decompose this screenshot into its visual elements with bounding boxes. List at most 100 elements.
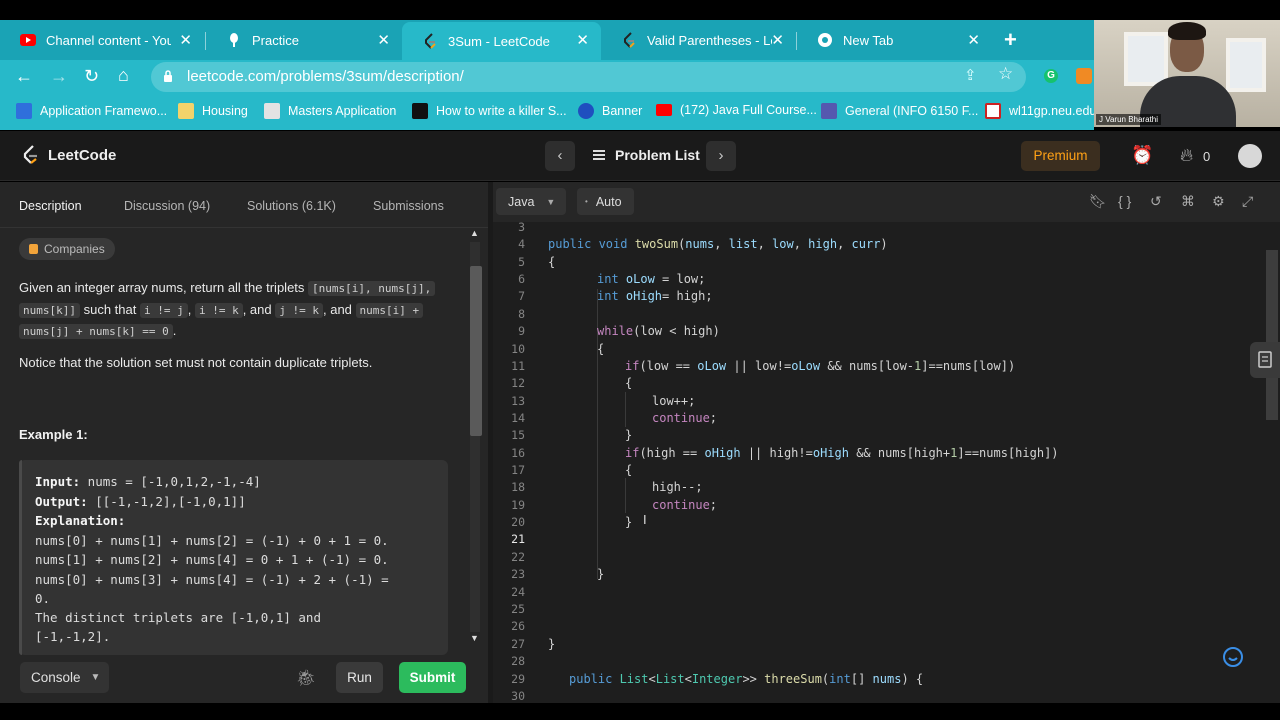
shortcut-icon[interactable]: ⌘ bbox=[1181, 193, 1195, 210]
language-select[interactable]: Java ▼ bbox=[496, 188, 566, 215]
reset-icon[interactable]: ↺ bbox=[1150, 193, 1162, 210]
scrollbar-thumb[interactable] bbox=[470, 266, 482, 436]
reload-icon[interactable]: ↻ bbox=[84, 66, 99, 87]
chevron-left-icon: ‹ bbox=[557, 147, 563, 164]
format-braces-icon[interactable]: { } bbox=[1118, 193, 1131, 209]
premium-button[interactable]: Premium bbox=[1021, 141, 1100, 171]
bookmark-item[interactable]: Housing bbox=[178, 103, 248, 119]
code-token: , bbox=[714, 237, 729, 251]
tab-practice[interactable]: Practice ✕ bbox=[206, 22, 402, 58]
bookmark-item[interactable]: How to write a killer S... bbox=[412, 103, 567, 119]
avatar[interactable] bbox=[1238, 144, 1262, 168]
run-button[interactable]: Run bbox=[336, 662, 383, 693]
code-token: nums bbox=[685, 237, 715, 251]
code-line[interactable]: } bbox=[625, 515, 632, 529]
bookmark-item[interactable]: (172) Java Full Course... bbox=[656, 103, 817, 117]
address-bar[interactable]: leetcode.com/problems/3sum/description/ bbox=[151, 62, 1026, 92]
extension-icon[interactable] bbox=[1076, 68, 1092, 84]
scroll-down-icon[interactable]: ▼ bbox=[470, 633, 479, 643]
auto-mode-button[interactable]: • Auto bbox=[577, 188, 634, 215]
lock-icon bbox=[29, 244, 38, 254]
prev-problem-button[interactable]: ‹ bbox=[545, 141, 575, 171]
line-number: 9 bbox=[518, 324, 525, 338]
line-number: 17 bbox=[511, 463, 525, 477]
bookmarks-bar: Application Framewo... Housing Masters A… bbox=[0, 94, 1096, 130]
statement-text: such that bbox=[79, 301, 140, 317]
tab-submissions[interactable]: Submissions bbox=[373, 199, 444, 213]
tab-youtube[interactable]: Channel content - YouTu ✕ bbox=[0, 22, 204, 58]
editor-scrollbar-thumb[interactable] bbox=[1266, 250, 1278, 420]
code-line[interactable]: continue; bbox=[652, 411, 717, 425]
line-number: 12 bbox=[511, 376, 525, 390]
grammarly-extension-icon[interactable]: G bbox=[1044, 69, 1058, 83]
code-line[interactable]: int oLow = low; bbox=[597, 272, 705, 286]
code-line[interactable]: continue; bbox=[652, 498, 717, 512]
bookmark-label: Banner bbox=[602, 104, 643, 118]
feedback-chat-icon[interactable] bbox=[1219, 646, 1247, 674]
bookmark-icon[interactable]: 🔖︎ bbox=[1089, 193, 1107, 210]
code-token: oLow bbox=[697, 359, 727, 373]
submit-button[interactable]: Submit bbox=[399, 662, 466, 693]
leetcode-logo[interactable]: LeetCode bbox=[22, 145, 116, 165]
code-line[interactable]: } bbox=[548, 637, 555, 651]
problem-list-button[interactable]: Problem List bbox=[593, 147, 700, 163]
list-icon bbox=[593, 150, 605, 160]
console-button[interactable]: Console ▼ bbox=[20, 662, 109, 693]
code-line[interactable]: { bbox=[597, 342, 604, 356]
code-line[interactable]: high--; bbox=[652, 480, 703, 494]
inline-code: j != k bbox=[275, 302, 323, 318]
alarm-clock-icon[interactable]: ⏰ bbox=[1131, 145, 1153, 166]
bookmark-label: How to write a killer S... bbox=[436, 104, 567, 118]
tab-description[interactable]: Description bbox=[19, 199, 82, 213]
settings-gear-icon[interactable]: ⚙ bbox=[1212, 193, 1225, 210]
close-icon[interactable]: ✕ bbox=[179, 31, 192, 49]
close-icon[interactable]: ✕ bbox=[377, 31, 390, 49]
side-notes-tab[interactable] bbox=[1250, 342, 1280, 378]
code-line[interactable]: { bbox=[625, 463, 632, 477]
bookmark-item[interactable]: Masters Application bbox=[264, 103, 396, 119]
fire-streak-icon[interactable]: 🔥︎ bbox=[1180, 145, 1193, 166]
description-scrollbar[interactable]: ▲ ▼ bbox=[467, 226, 483, 646]
bookmark-item[interactable]: wl11gp.neu.edu bbox=[985, 103, 1096, 119]
home-icon[interactable]: ⌂ bbox=[118, 65, 129, 86]
chevron-down-icon: ▼ bbox=[90, 672, 101, 683]
close-icon[interactable]: ✕ bbox=[967, 31, 980, 49]
inline-code: i != k bbox=[194, 302, 243, 318]
code-line[interactable]: public List<List<Integer>> threeSum(int[… bbox=[569, 672, 923, 686]
back-icon[interactable]: ← bbox=[15, 66, 33, 87]
bookmark-star-icon[interactable]: ☆ bbox=[998, 64, 1013, 84]
next-problem-button[interactable]: › bbox=[706, 141, 736, 171]
bookmark-item[interactable]: Application Framewo... bbox=[16, 103, 167, 119]
code-token: && nums[low- bbox=[820, 359, 915, 373]
new-tab-button[interactable]: + bbox=[1004, 27, 1017, 53]
expand-icon[interactable]: ⤢ bbox=[1242, 193, 1253, 210]
code-token: low bbox=[772, 237, 794, 251]
webcam-window bbox=[1124, 32, 1168, 86]
code-line[interactable]: low++; bbox=[652, 394, 695, 408]
bookmark-item[interactable]: Banner bbox=[578, 103, 642, 119]
close-icon[interactable]: ✕ bbox=[576, 31, 589, 49]
explanation-line: nums[0] + nums[3] + nums[4] = (-1) + 2 +… bbox=[35, 572, 389, 587]
forward-icon[interactable]: → bbox=[50, 66, 68, 87]
code-line[interactable]: int oHigh= high; bbox=[597, 289, 713, 303]
chevron-down-icon: ▼ bbox=[546, 196, 556, 207]
tab-solutions[interactable]: Solutions (6.1K) bbox=[247, 199, 336, 213]
code-line[interactable]: { bbox=[548, 255, 555, 269]
code-line[interactable]: while(low < high) bbox=[597, 324, 720, 338]
tab-new-tab[interactable]: New Tab ✕ bbox=[797, 22, 992, 58]
tab-3sum[interactable]: 3Sum - LeetCode ✕ bbox=[402, 22, 601, 60]
code-line[interactable]: } bbox=[597, 567, 604, 581]
code-line[interactable]: if(high == oHigh || high!=oHigh && nums[… bbox=[625, 446, 1059, 460]
code-line[interactable]: } bbox=[625, 428, 632, 442]
debug-icon[interactable]: 🐞︎ bbox=[296, 668, 316, 688]
tab-discussion[interactable]: Discussion (94) bbox=[124, 199, 210, 213]
companies-tag[interactable]: Companies bbox=[19, 238, 115, 260]
code-line[interactable]: if(low == oLow || low!=oLow && nums[low-… bbox=[625, 359, 1015, 373]
tab-valid-parentheses[interactable]: Valid Parentheses - Leet ✕ bbox=[601, 22, 796, 58]
share-icon[interactable]: ⇪ bbox=[964, 66, 977, 84]
code-line[interactable]: public void twoSum(nums, list, low, high… bbox=[548, 237, 888, 251]
close-icon[interactable]: ✕ bbox=[771, 31, 784, 49]
code-line[interactable]: { bbox=[625, 376, 632, 390]
scroll-up-icon[interactable]: ▲ bbox=[470, 228, 479, 238]
bookmark-item[interactable]: General (INFO 6150 F... bbox=[821, 103, 978, 119]
